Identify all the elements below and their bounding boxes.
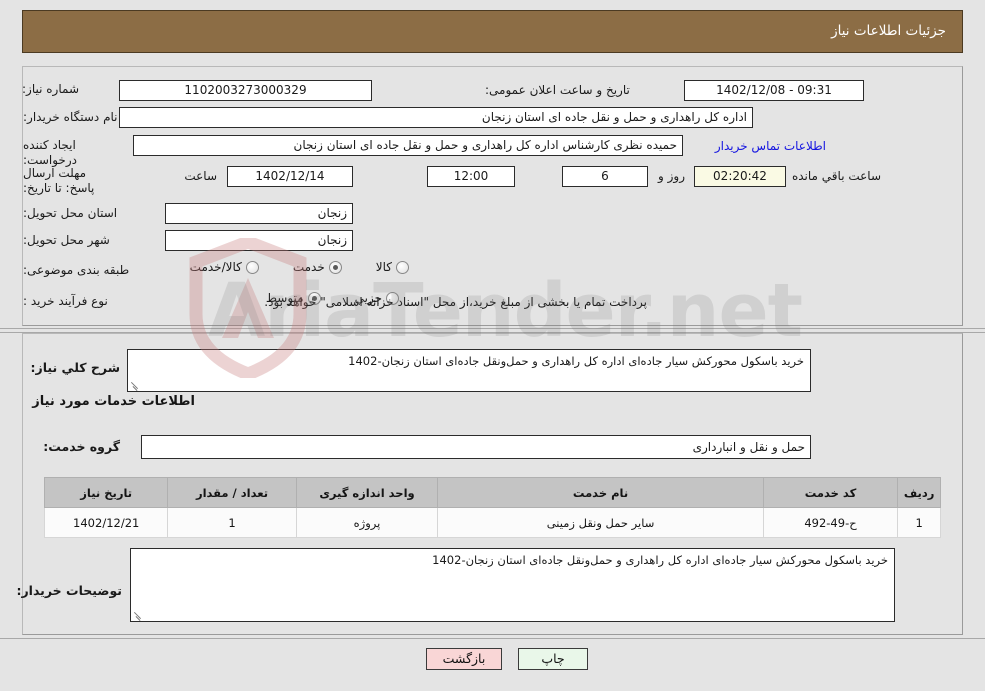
- need-number-label: شماره نیاز:: [22, 82, 79, 96]
- back-button[interactable]: بازگشت: [426, 648, 502, 670]
- table-row: 1 ح-49-492 سایر حمل ونقل زمینی پروژه 1 1…: [43, 507, 941, 538]
- countdown-suffix-label: ساعت باقي مانده: [791, 169, 881, 183]
- cell-need-date: 1402/12/21: [43, 507, 169, 538]
- category-option-kala-khedmat[interactable]: کالا/خدمت: [190, 260, 259, 274]
- buyer-org-value: اداره کل راهداری و حمل و نقل جاده ای است…: [119, 107, 753, 128]
- need-number-value: 1102003273000329: [119, 80, 372, 101]
- col-unit: واحد اندازه گیری: [295, 477, 439, 508]
- services-section-title: اطلاعات خدمات مورد نیاز: [32, 394, 195, 409]
- buyer-contact-link[interactable]: اطلاعات تماس خریدار: [715, 139, 826, 153]
- page-header-bar: جزئیات اطلاعات نیاز: [22, 10, 963, 53]
- deadline-time-value: 12:00: [427, 166, 515, 187]
- page-title: جزئیات اطلاعات نیاز: [831, 23, 946, 39]
- buyer-notes-textarea[interactable]: خرید باسکول محورکش سیار جاده‌ای اداره کل…: [130, 548, 895, 622]
- resize-handle-icon[interactable]: [130, 380, 140, 390]
- panel-divider-lower: [0, 332, 985, 333]
- cell-unit: پروژه: [295, 507, 439, 538]
- treasury-note: پرداخت تمام یا بخشی از مبلغ خرید،از محل …: [264, 295, 647, 309]
- category-radio-group: کالا خدمت کالا/خدمت: [162, 260, 409, 274]
- cell-row-no: 1: [897, 507, 941, 538]
- general-desc-textarea[interactable]: خرید باسکول محورکش سیار جاده‌ای اداره کل…: [127, 349, 811, 392]
- table-header-row: ردیف کد خدمت نام خدمت واحد اندازه گیری ت…: [43, 477, 941, 508]
- radio-icon[interactable]: [396, 260, 409, 274]
- delivery-province-value: زنجان: [165, 203, 353, 224]
- general-desc-value: خرید باسکول محورکش سیار جاده‌ای اداره کل…: [348, 354, 804, 368]
- hour-label: ساعت: [184, 169, 217, 183]
- buyer-notes-value: خرید باسکول محورکش سیار جاده‌ای اداره کل…: [432, 553, 888, 567]
- buyer-org-label: نام دستگاه خریدار:: [23, 110, 118, 124]
- category-option-label: کالا/خدمت: [189, 260, 242, 274]
- resize-handle-icon[interactable]: [133, 610, 143, 620]
- cell-quantity: 1: [167, 507, 297, 538]
- category-option-khedmat[interactable]: خدمت: [293, 260, 342, 274]
- countdown-value: 02:20:42: [694, 166, 786, 187]
- days-separator-label: روز و: [658, 169, 685, 183]
- category-option-label: خدمت: [292, 260, 325, 274]
- items-table: ردیف کد خدمت نام خدمت واحد اندازه گیری ت…: [43, 477, 941, 538]
- announce-datetime-value: 09:31 - 1402/12/08: [684, 80, 864, 101]
- category-option-label: کالا: [375, 260, 392, 274]
- need-number-row: شماره نیاز:: [22, 82, 108, 97]
- deadline-label: مهلت ارسال پاسخ: تا تاریخ:: [23, 166, 95, 195]
- general-desc-label: شرح کلي نیاز:: [30, 360, 120, 375]
- delivery-city-value: زنجان: [165, 230, 353, 251]
- buyer-notes-label: توضیحات خریدار:: [16, 583, 122, 598]
- category-option-kala[interactable]: کالا: [376, 260, 409, 274]
- col-quantity: تعداد / مقدار: [167, 477, 297, 508]
- announce-datetime-label: تاریخ و ساعت اعلان عمومی:: [485, 83, 630, 97]
- category-label: طبقه بندی موضوعی:: [23, 263, 130, 277]
- print-button[interactable]: چاپ: [518, 648, 588, 670]
- col-service-name: نام خدمت: [437, 477, 764, 508]
- process-label: نوع فرآیند خرید :: [23, 294, 108, 308]
- cell-service-name: سایر حمل ونقل زمینی: [437, 507, 764, 538]
- panel-divider-upper: [0, 328, 985, 329]
- summary-panel: [22, 66, 963, 326]
- creator-label: ایجاد کننده درخواست:: [23, 138, 77, 167]
- delivery-province-label: استان محل تحویل:: [23, 206, 118, 220]
- cell-service-code: ح-49-492: [762, 507, 899, 538]
- col-row-no: ردیف: [897, 477, 941, 508]
- radio-selected-icon[interactable]: [328, 260, 342, 274]
- col-service-code: کد خدمت: [762, 477, 899, 508]
- deadline-date-value: 1402/12/14: [227, 166, 353, 187]
- footer-divider: [0, 638, 985, 639]
- service-group-value: حمل و نقل و انبارداری: [141, 435, 811, 459]
- service-group-label: گروه خدمت:: [43, 439, 120, 454]
- creator-value: حمیده نظری کارشناس اداره کل راهداری و حم…: [133, 135, 683, 156]
- delivery-city-label: شهر محل تحویل:: [23, 233, 110, 247]
- radio-icon[interactable]: [245, 260, 259, 274]
- days-remaining-value: 6: [562, 166, 648, 187]
- col-need-date: تاریخ نیاز: [43, 477, 169, 508]
